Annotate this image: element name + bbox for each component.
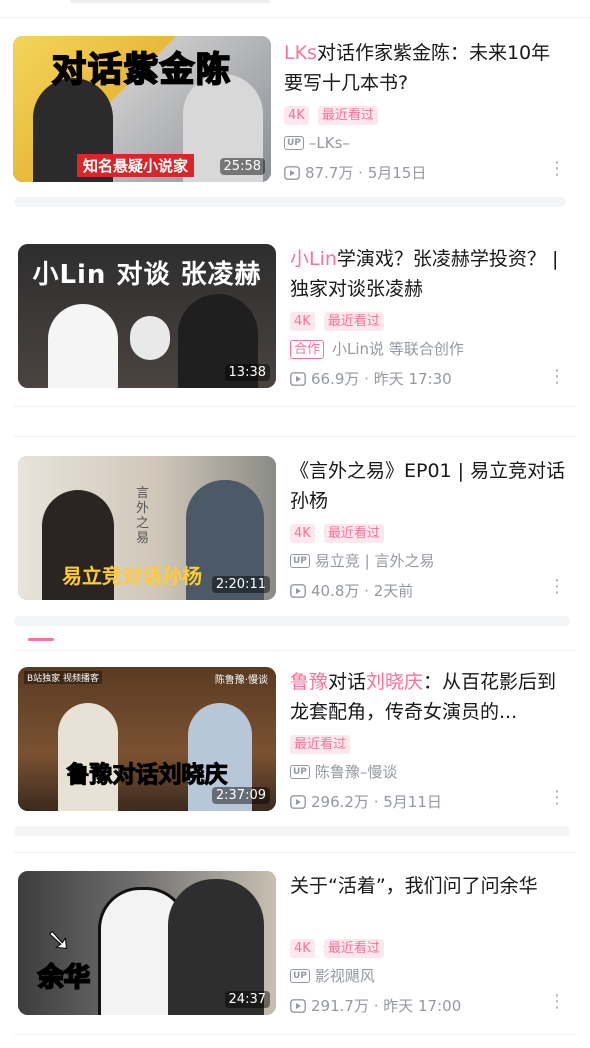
view-stats: 66.9万 · 昨天 17:30 <box>311 370 452 388</box>
uploader-row[interactable]: UP –LKs– <box>284 130 569 156</box>
view-stats: 87.7万 · 5月15日 <box>305 164 427 182</box>
thumbnail-title: 对话紫金陈 <box>51 49 232 91</box>
video-duration: 13:38 <box>224 364 270 381</box>
uploader-name: –LKs– <box>308 134 350 152</box>
recent-badge: 最近看过 <box>323 312 384 331</box>
thumbnail-title: 余华 <box>37 962 91 994</box>
stats-row: 40.8万 · 2天前 <box>290 578 575 604</box>
4k-badge: 4K <box>290 524 315 543</box>
4k-badge: 4K <box>290 312 315 331</box>
4k-badge: 4K <box>290 939 315 958</box>
recent-badge: 最近看过 <box>290 735 351 754</box>
section-divider <box>14 197 566 207</box>
recent-badge: 最近看过 <box>323 524 384 543</box>
stats-row: 291.7万 · 昨天 17:00 <box>290 993 575 1019</box>
badge-row: 4K 最近看过 <box>290 937 575 959</box>
section-divider <box>14 436 576 437</box>
badge-row: 4K 最近看过 <box>284 104 569 126</box>
up-icon: UP <box>284 136 304 150</box>
4k-badge: 4K <box>284 106 309 125</box>
thumbnail-title: 小Lin 对谈 张凌赫 <box>32 260 262 290</box>
tab-indicator <box>28 638 54 641</box>
coop-badge: 合作 <box>290 339 325 359</box>
uploader-name: 陈鲁豫–慢谈 <box>314 763 398 781</box>
up-icon: UP <box>290 765 310 779</box>
stats-row: 87.7万 · 5月15日 <box>284 160 569 186</box>
video-title[interactable]: 关于“活着”，我们问了问余华 <box>290 871 575 901</box>
section-divider <box>14 1034 576 1035</box>
video-thumbnail[interactable]: 对话紫金陈 知名悬疑小说家 25:58 <box>13 36 271 182</box>
play-count-icon <box>290 372 306 386</box>
view-stats: 291.7万 · 昨天 17:00 <box>311 997 462 1015</box>
video-title[interactable]: 小Lin学演戏？张凌赫学投资？ | 独家对谈张凌赫 <box>290 244 575 304</box>
stats-row: 66.9万 · 昨天 17:30 <box>290 366 575 392</box>
video-thumbnail[interactable]: 小Lin 对谈 张凌赫 13:38 <box>18 244 276 388</box>
badge-row: 4K 最近看过 <box>290 310 575 332</box>
thumbnail-title: 鲁豫对话刘晓庆 <box>66 762 228 789</box>
uploader-row[interactable]: UP 易立竞 | 言外之易 <box>290 548 575 574</box>
video-duration: 25:58 <box>219 158 265 175</box>
view-stats: 40.8万 · 2天前 <box>311 582 414 600</box>
up-icon: UP <box>290 554 310 568</box>
badge-row: 4K 最近看过 <box>290 522 575 544</box>
uploader-name: 小Lin说 等联合创作 <box>332 340 464 358</box>
video-title[interactable]: LKs对话作家紫金陈：未来10年要写十几本书? <box>284 38 569 98</box>
thumbnail-side-title: 言外之易 <box>136 486 150 546</box>
more-options-icon[interactable]: ⋮ <box>548 993 566 1011</box>
channel-logo: 陈鲁豫·慢谈 <box>214 675 268 686</box>
up-icon: UP <box>290 969 310 983</box>
uploader-row[interactable]: 合作 小Lin说 等联合创作 <box>290 336 575 362</box>
video-thumbnail[interactable]: B站独家 视频播客 陈鲁豫·慢谈 鲁豫对话刘晓庆 2:37:09 <box>18 667 276 811</box>
uploader-name: 影视飓风 <box>314 967 375 985</box>
section-divider <box>14 852 576 853</box>
recent-badge: 最近看过 <box>323 939 384 958</box>
section-divider <box>14 616 570 626</box>
play-count-icon <box>290 584 306 598</box>
top-divider <box>0 0 590 18</box>
thumbnail-subtitle: 知名悬疑小说家 <box>77 154 195 177</box>
more-options-icon[interactable]: ⋮ <box>548 160 566 178</box>
video-duration: 2:20:11 <box>211 576 270 593</box>
video-title[interactable]: 鲁豫对话刘晓庆：从百花影后到龙套配角，传奇女演员的... <box>290 667 575 727</box>
video-thumbnail[interactable]: ➘ 余华 24:37 <box>18 871 276 1015</box>
recent-badge: 最近看过 <box>317 106 378 125</box>
video-duration: 24:37 <box>224 991 270 1008</box>
more-options-icon[interactable]: ⋮ <box>548 578 566 596</box>
play-count-icon <box>284 166 300 180</box>
badge-row: 最近看过 <box>290 733 575 755</box>
uploader-name: 易立竞 | 言外之易 <box>314 552 435 570</box>
video-thumbnail[interactable]: 言外之易 易立竞对话孙杨 2:20:11 <box>18 456 276 600</box>
uploader-row[interactable]: UP 影视飓风 <box>290 963 575 989</box>
video-duration: 2:37:09 <box>211 787 270 804</box>
view-stats: 296.2万 · 5月11日 <box>311 793 442 811</box>
video-title[interactable]: 《言外之易》EP01 | 易立竞对话孙杨 <box>290 456 575 516</box>
section-divider <box>14 650 576 651</box>
more-options-icon[interactable]: ⋮ <box>548 789 566 807</box>
stats-row: 296.2万 · 5月11日 <box>290 789 575 815</box>
section-divider <box>14 406 576 407</box>
play-count-icon <box>290 999 306 1013</box>
play-count-icon <box>290 795 306 809</box>
thumbnail-tag: B站独家 视频播客 <box>24 671 103 684</box>
arrow-icon: ➘ <box>45 923 72 959</box>
more-options-icon[interactable]: ⋮ <box>548 368 566 386</box>
uploader-row[interactable]: UP 陈鲁豫–慢谈 <box>290 759 575 785</box>
section-divider <box>14 826 570 836</box>
